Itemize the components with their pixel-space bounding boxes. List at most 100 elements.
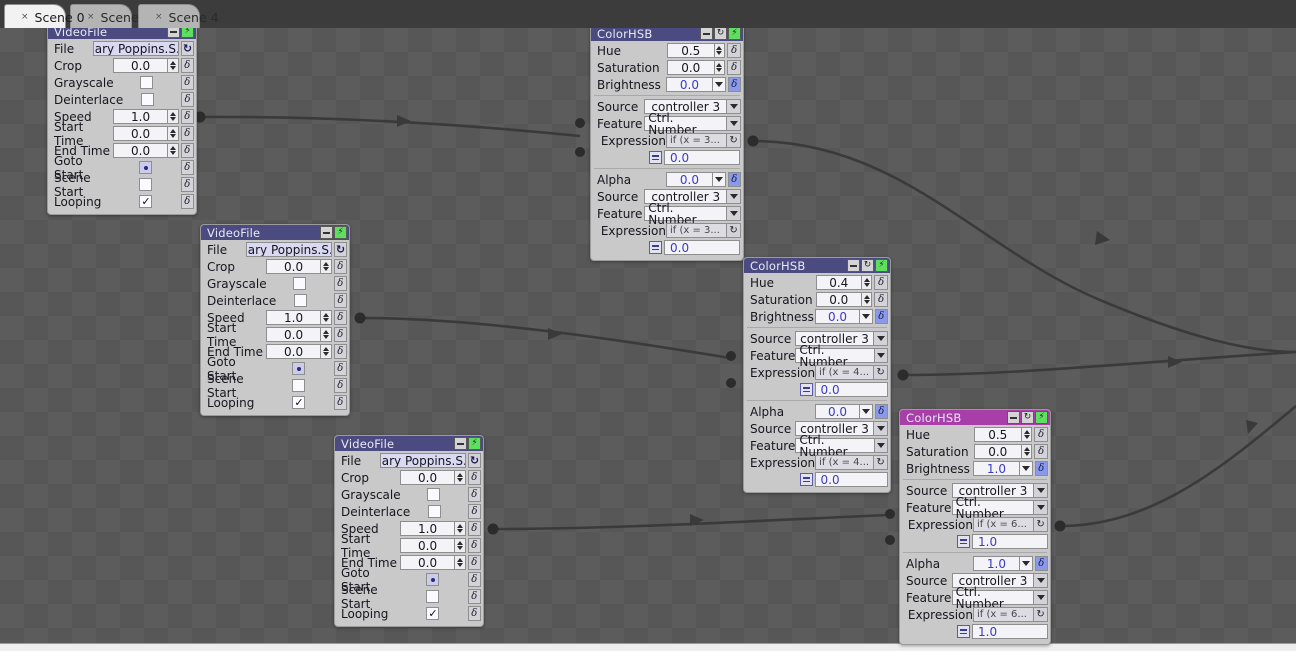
link-icon[interactable]: δ [467, 572, 481, 587]
looping-checkbox[interactable]: ✓ [426, 607, 440, 620]
brightness-value[interactable]: 0.0 [665, 77, 714, 92]
link-icon[interactable]: δ [874, 309, 889, 324]
scene-start-checkbox[interactable] [292, 379, 306, 392]
end-time-value[interactable]: 0.0 [113, 143, 168, 158]
link-icon[interactable]: δ [467, 487, 481, 502]
deinterlace-checkbox[interactable] [427, 505, 441, 518]
chevron-down-icon[interactable] [1020, 556, 1033, 571]
link-icon[interactable]: δ [180, 92, 194, 107]
chevron-down-icon[interactable] [860, 309, 873, 324]
link-icon[interactable]: δ [333, 327, 347, 342]
scene-start-checkbox[interactable] [139, 178, 153, 191]
link-icon[interactable]: δ [1034, 461, 1048, 476]
alpha-feature-value[interactable]: Ctrl. Number [951, 586, 1035, 610]
node-header[interactable]: ColorHSB ↻ ⚡ [900, 410, 1050, 425]
link-icon[interactable]: δ [180, 75, 194, 90]
chevron-down-icon[interactable] [1020, 461, 1033, 476]
link-icon[interactable]: δ [333, 344, 347, 359]
link-icon[interactable]: δ [333, 276, 347, 291]
speed-value[interactable]: 1.0 [113, 109, 168, 124]
bolt-icon[interactable]: ⚡ [468, 437, 481, 450]
chevron-down-icon[interactable] [874, 421, 888, 436]
stepper[interactable] [168, 109, 179, 124]
link-icon[interactable]: δ [333, 310, 347, 325]
brightness-feature-value[interactable]: Ctrl. Number [951, 496, 1035, 520]
chevron-down-icon[interactable] [1034, 500, 1048, 515]
brightness-value[interactable]: 0.0 [814, 309, 861, 324]
alpha-expr-result-value[interactable]: 0.0 [664, 240, 740, 255]
speed-value[interactable]: 1.0 [266, 310, 321, 325]
alpha-value[interactable]: 0.0 [665, 172, 714, 187]
refresh-icon[interactable]: ↻ [714, 27, 727, 40]
minimize-icon[interactable] [700, 27, 713, 40]
alpha-value[interactable]: 1.0 [972, 556, 1021, 571]
link-icon[interactable]: δ [333, 293, 347, 308]
node-colorhsb-3[interactable]: ColorHSB ↻ ⚡ Hue 0.5 δ Saturation 0.0 δ … [899, 409, 1051, 645]
link-icon[interactable]: δ [180, 177, 194, 192]
alpha-expr-result-value[interactable]: 1.0 [972, 624, 1048, 639]
minimize-icon[interactable] [847, 259, 860, 272]
hue-value[interactable]: 0.4 [815, 275, 862, 290]
scene-start-checkbox[interactable] [426, 590, 440, 603]
looping-checkbox[interactable]: ✓ [292, 396, 306, 409]
node-videofile-1[interactable]: VideoFile ⚡ File Mary Poppins.S... ↻ Cro… [47, 23, 197, 215]
chevron-down-icon[interactable] [727, 99, 741, 114]
reload-icon[interactable]: ↻ [180, 41, 194, 56]
stepper[interactable] [321, 344, 332, 359]
brightness-expression-value[interactable]: if (x = 4... [815, 365, 875, 380]
minimize-icon[interactable] [454, 437, 467, 450]
stepper[interactable] [455, 470, 466, 485]
link-icon[interactable]: δ [727, 60, 741, 75]
brightness-feature-value[interactable]: Ctrl. Number [795, 344, 875, 368]
link-icon[interactable]: δ [727, 43, 741, 58]
alpha-value[interactable]: 0.0 [814, 404, 861, 419]
looping-checkbox[interactable]: ✓ [139, 195, 153, 208]
stepper[interactable] [714, 60, 726, 75]
saturation-value[interactable]: 0.0 [973, 444, 1022, 459]
link-icon[interactable]: δ [333, 361, 347, 376]
refresh-icon[interactable]: ↻ [727, 133, 742, 148]
link-icon[interactable]: δ [874, 292, 888, 307]
chevron-down-icon[interactable] [874, 348, 888, 363]
chevron-down-icon[interactable] [1034, 573, 1048, 588]
chevron-down-icon[interactable] [874, 438, 888, 453]
speed-value[interactable]: 1.0 [400, 521, 455, 536]
link-icon[interactable]: δ [467, 538, 481, 553]
start-time-value[interactable]: 0.0 [113, 126, 168, 141]
brightness-expression-value[interactable]: if (x = 3... [665, 133, 728, 148]
stepper[interactable] [321, 327, 332, 342]
chevron-down-icon[interactable] [727, 116, 741, 131]
link-icon[interactable]: δ [180, 58, 194, 73]
refresh-icon[interactable]: ↻ [1021, 411, 1034, 424]
alpha-expression-value[interactable]: if (x = 6... [973, 607, 1035, 622]
brightness-expression-value[interactable]: if (x = 6... [973, 517, 1035, 532]
brightness-expr-result-value[interactable]: 0.0 [664, 150, 740, 165]
stepper[interactable] [168, 126, 179, 141]
link-icon[interactable]: δ [874, 275, 888, 290]
refresh-icon[interactable]: ↻ [861, 259, 874, 272]
stepper[interactable] [861, 275, 873, 290]
grayscale-checkbox[interactable] [426, 488, 440, 501]
grayscale-checkbox[interactable] [139, 76, 153, 89]
bolt-icon[interactable]: ⚡ [1035, 411, 1048, 424]
deinterlace-checkbox[interactable] [140, 93, 154, 106]
stepper[interactable] [168, 143, 179, 158]
stepper[interactable] [714, 43, 726, 58]
chevron-down-icon[interactable] [860, 404, 873, 419]
alpha-expression-value[interactable]: if (x = 4... [815, 455, 875, 470]
brightness-value[interactable]: 1.0 [972, 461, 1021, 476]
link-icon[interactable]: δ [467, 504, 481, 519]
chevron-down-icon[interactable] [727, 206, 741, 221]
link-icon[interactable]: δ [467, 589, 481, 604]
alpha-feature-value[interactable]: Ctrl. Number [795, 434, 875, 458]
close-icon[interactable]: × [21, 13, 29, 22]
goto-start-radio[interactable] [426, 573, 440, 586]
node-colorhsb-1[interactable]: ColorHSB ↻ ⚡ Hue 0.5 δ Saturation 0.0 δ … [590, 25, 744, 261]
minimize-icon[interactable] [1007, 411, 1020, 424]
goto-start-radio[interactable] [139, 161, 153, 174]
refresh-icon[interactable]: ↻ [1034, 607, 1049, 622]
node-videofile-3[interactable]: VideoFile ⚡ File Mary Poppins.S... ↻ Cro… [334, 435, 484, 627]
chevron-down-icon[interactable] [727, 189, 741, 204]
node-videofile-2[interactable]: VideoFile ⚡ File Mary Poppins.S... ↻ Cro… [200, 224, 350, 416]
goto-start-radio[interactable] [292, 362, 306, 375]
